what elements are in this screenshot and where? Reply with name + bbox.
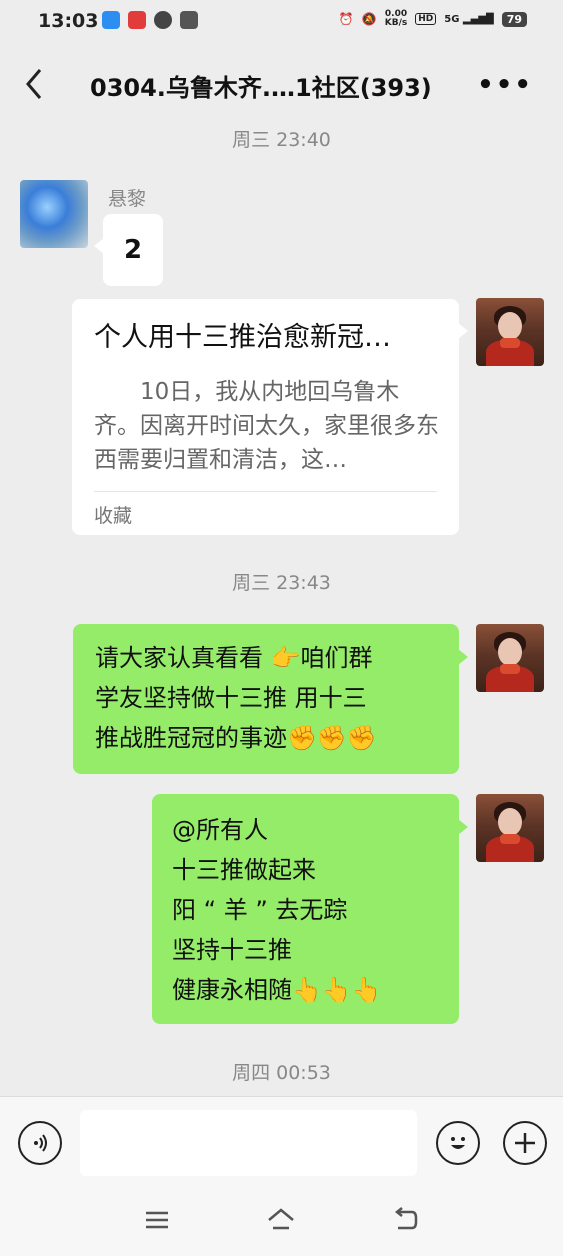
sender-avatar[interactable]	[20, 180, 88, 248]
app-notification-icon	[102, 11, 120, 29]
system-nav-bar	[0, 1188, 563, 1256]
sender-name: 悬黎	[108, 188, 147, 210]
status-time: 13:03	[38, 10, 99, 32]
message-bubble[interactable]: @所有人 十三推做起来 阳 “ 羊 ” 去无踪 坚持十三推 健康永相随👆👆👆	[152, 794, 459, 1024]
message-line: 学友坚持做十三推 用十三	[95, 684, 367, 712]
home-icon[interactable]	[266, 1206, 296, 1239]
battery-icon: 79	[501, 11, 527, 27]
app-notification-icon	[154, 11, 172, 29]
alarm-icon: ⏰	[338, 12, 354, 26]
self-avatar[interactable]	[476, 298, 544, 366]
message-line: 坚持十三推	[172, 936, 292, 964]
message-bubble[interactable]: 2	[103, 214, 163, 286]
hd-icon: HD	[415, 13, 437, 25]
app-notification-icon	[128, 11, 146, 29]
message-timestamp: 周四 00:53	[232, 1062, 331, 1084]
notification-icons	[102, 11, 198, 29]
self-avatar[interactable]	[476, 624, 544, 692]
chat-title: 0304.乌鲁木齐.…1社区(393)	[90, 74, 432, 102]
self-avatar[interactable]	[476, 794, 544, 862]
ellipsis-icon[interactable]: •••	[477, 70, 533, 100]
message-line: 阳 “ 羊 ” 去无踪	[172, 896, 348, 924]
signal-icon: 5G ▂▄▆█	[444, 13, 494, 25]
link-card[interactable]: 个人用十三推治愈新冠… 10日，我从内地回乌鲁木齐。因离开时间太久，家里很多东西…	[72, 299, 459, 535]
card-title: 个人用十三推治愈新冠…	[94, 322, 391, 353]
chevron-left-icon[interactable]	[20, 64, 50, 104]
message-timestamp: 周三 23:43	[232, 572, 331, 594]
status-bar: 13:03 ⏰ 🔕 0.00 KB/s HD 5G ▂▄▆█ 79	[0, 0, 563, 44]
bubble-tail	[458, 819, 468, 835]
message-line: 推战胜冠冠的事迹✊✊✊	[95, 724, 377, 752]
voice-icon[interactable]	[18, 1121, 62, 1165]
card-source: 收藏	[94, 505, 133, 527]
back-icon[interactable]	[392, 1206, 420, 1239]
mute-icon: 🔕	[361, 12, 377, 26]
message-line: @所有人	[172, 816, 268, 844]
message-bubble[interactable]: 请大家认真看看 👉咱们群 学友坚持做十三推 用十三 推战胜冠冠的事迹✊✊✊	[73, 624, 459, 774]
menu-icon[interactable]	[144, 1206, 170, 1239]
card-description: 10日，我从内地回乌鲁木齐。因离开时间太久，家里很多东西需要归置和清洁，这…	[94, 379, 439, 473]
message-line: 请大家认真看看 👉咱们群	[95, 644, 373, 672]
plus-icon[interactable]	[503, 1121, 547, 1165]
message-timestamp: 周三 23:40	[232, 129, 331, 151]
input-bar	[0, 1096, 563, 1189]
bubble-tail	[458, 649, 468, 665]
app-notification-icon	[180, 11, 198, 29]
net-speed: 0.00 KB/s	[384, 9, 408, 28]
card-divider	[94, 491, 437, 492]
message-line: 健康永相随👆👆👆	[172, 976, 382, 1004]
message-input[interactable]	[80, 1110, 417, 1176]
message-text: 2	[123, 235, 143, 265]
signal-label: 5G	[444, 13, 460, 25]
bubble-tail	[458, 323, 468, 339]
chat-header: 0304.乌鲁木齐.…1社区(393) •••	[0, 44, 563, 122]
emoji-icon[interactable]	[436, 1121, 480, 1165]
message-line: 十三推做起来	[172, 856, 316, 884]
status-indicators: ⏰ 🔕 0.00 KB/s HD 5G ▂▄▆█ 79	[339, 10, 527, 28]
